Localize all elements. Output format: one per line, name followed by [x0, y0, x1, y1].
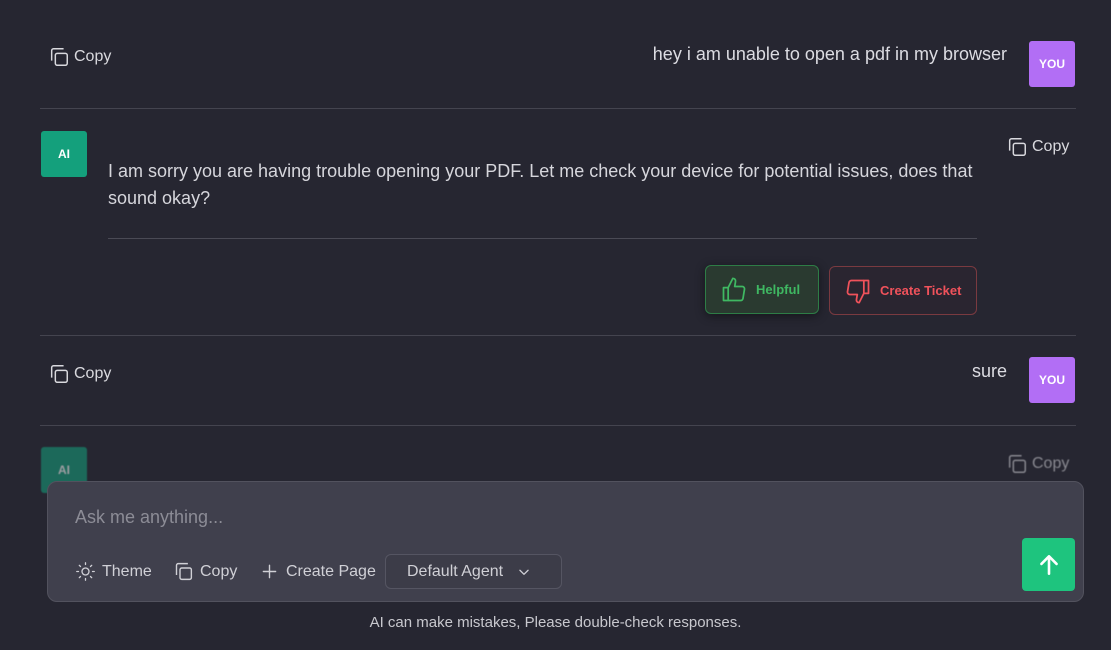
- ai-avatar: AI: [41, 131, 87, 177]
- theme-button[interactable]: Theme: [75, 561, 152, 582]
- user-message-text: hey i am unable to open a pdf in my brow…: [652, 44, 1007, 64]
- message-divider: [40, 425, 1076, 426]
- create-page-button[interactable]: Create Page: [259, 561, 376, 582]
- arrow-up-icon: [1039, 554, 1058, 575]
- agent-select[interactable]: Default Agent: [385, 554, 562, 589]
- copy-label: Copy: [200, 562, 238, 580]
- helpful-label: Helpful: [756, 282, 801, 297]
- ai-message-text: I am sorry you are having trouble openin…: [108, 161, 973, 208]
- disclaimer-text: AI can make mistakes, Please double-chec…: [369, 614, 742, 631]
- copy-label: Copy: [1032, 455, 1070, 472]
- copy-icon: [50, 48, 68, 66]
- theme-label: Theme: [102, 562, 152, 580]
- create-ticket-label: Create Ticket: [880, 283, 962, 298]
- send-button[interactable]: [1022, 538, 1075, 591]
- copy-icon: [50, 365, 68, 383]
- copy-label: Copy: [74, 365, 112, 382]
- copy-conversation-button[interactable]: Copy: [173, 561, 237, 582]
- sun-icon: [76, 562, 95, 581]
- copy-button-msg-1[interactable]: Copy: [48, 46, 111, 68]
- helpful-button[interactable]: Helpful: [705, 265, 819, 314]
- agent-select-value: Default Agent: [407, 562, 504, 580]
- message-divider: [40, 335, 1076, 336]
- copy-icon: [175, 562, 193, 581]
- create-ticket-button[interactable]: Create Ticket: [829, 266, 977, 315]
- message-input[interactable]: [75, 504, 975, 530]
- chat-window: Copy hey i am unable to open a pdf in my…: [0, 0, 1111, 650]
- user-avatar: YOU: [1029, 357, 1075, 403]
- composer: Theme Copy Create Page Default Agent: [47, 481, 1084, 602]
- copy-button-msg-4[interactable]: Copy: [1006, 453, 1069, 475]
- copy-button-msg-2[interactable]: Copy: [1006, 136, 1069, 158]
- chevron-down-icon: [519, 569, 529, 575]
- thumbs-down-icon: [846, 279, 870, 304]
- create-page-label: Create Page: [286, 562, 376, 580]
- copy-icon: [1008, 138, 1026, 156]
- ai-message-divider: [108, 238, 977, 239]
- message-divider: [40, 108, 1076, 109]
- plus-icon: [262, 564, 277, 579]
- copy-label: Copy: [1032, 138, 1070, 155]
- copy-button-msg-3[interactable]: Copy: [48, 363, 111, 385]
- copy-label: Copy: [74, 48, 112, 65]
- user-message-text: sure: [971, 361, 1007, 381]
- user-avatar: YOU: [1029, 41, 1075, 87]
- thumbs-up-icon: [722, 276, 746, 301]
- copy-icon: [1008, 455, 1026, 473]
